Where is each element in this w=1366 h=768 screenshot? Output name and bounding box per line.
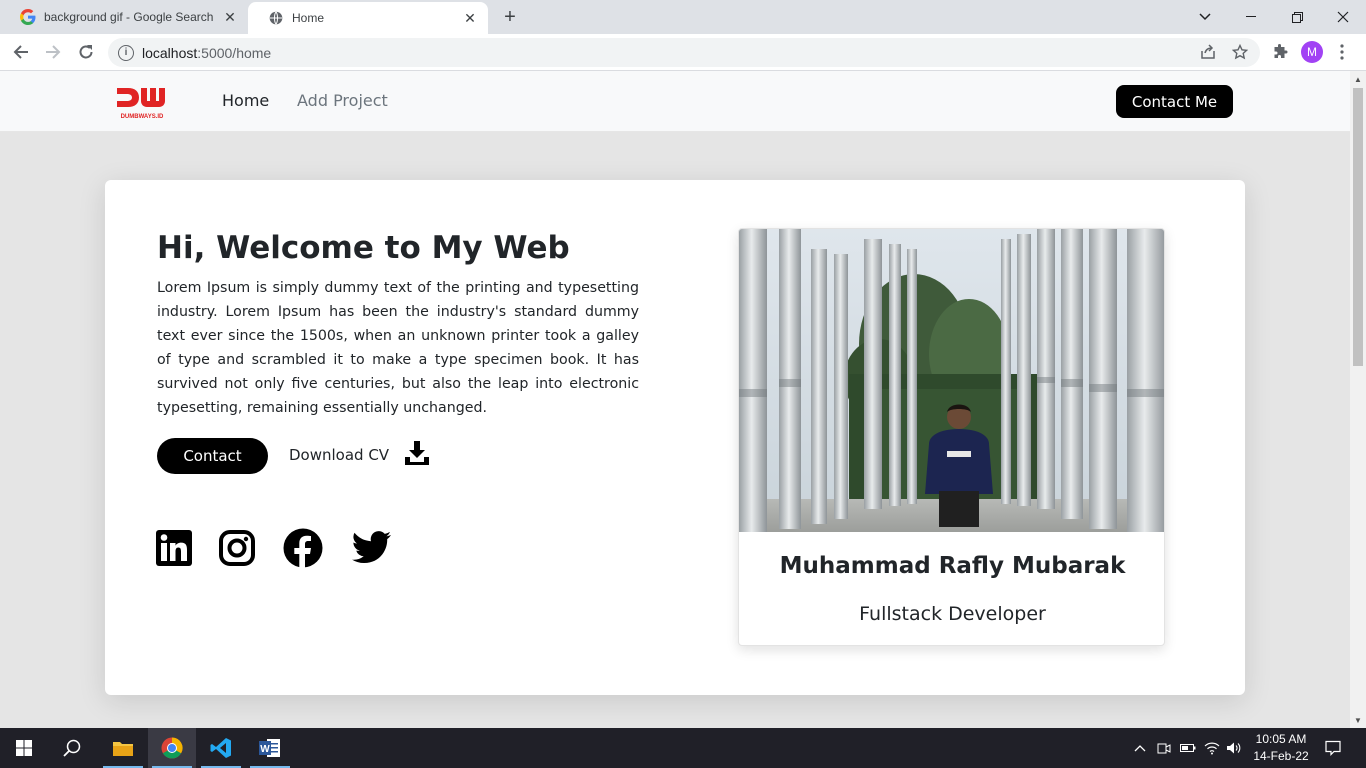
tab-title: background gif - Google Search xyxy=(44,10,214,24)
chevron-down-icon[interactable] xyxy=(1182,0,1228,34)
scroll-up-icon[interactable]: ▲ xyxy=(1350,71,1366,87)
twitter-icon[interactable] xyxy=(352,530,391,566)
profile-avatar[interactable]: M xyxy=(1301,41,1323,63)
forward-icon[interactable] xyxy=(41,40,65,64)
windows-taskbar: W 10:05 AM 14-Feb-22 xyxy=(0,728,1366,768)
clock-date: 14-Feb-22 xyxy=(1253,749,1309,763)
hero-description: Lorem Ipsum is simply dummy text of the … xyxy=(157,280,639,416)
dumbways-logo[interactable]: DUMBWAYS.ID xyxy=(116,85,168,121)
nav-home[interactable]: Home xyxy=(222,91,269,110)
minimize-button[interactable] xyxy=(1228,0,1274,34)
new-tab-button[interactable]: + xyxy=(498,5,522,29)
close-icon[interactable]: ✕ xyxy=(462,10,478,26)
svg-text:W: W xyxy=(260,744,270,755)
download-icon[interactable] xyxy=(404,440,430,466)
star-icon[interactable] xyxy=(1228,40,1252,64)
scroll-down-icon[interactable]: ▼ xyxy=(1350,712,1366,728)
windows-start-icon[interactable] xyxy=(0,728,48,768)
profile-name: Muhammad Rafly Mubarak xyxy=(779,553,1126,579)
system-clock[interactable]: 10:05 AM 14-Feb-22 xyxy=(1246,731,1316,765)
close-icon[interactable]: ✕ xyxy=(222,9,238,25)
clock-time: 10:05 AM xyxy=(1255,732,1307,746)
tab-home[interactable]: Home ✕ xyxy=(248,2,488,34)
extensions-icon[interactable] xyxy=(1268,40,1292,64)
back-icon[interactable] xyxy=(9,40,33,64)
chevron-up-icon[interactable] xyxy=(1132,740,1148,756)
tab-strip: background gif - Google Search ✕ Home ✕ … xyxy=(0,0,1366,34)
menu-kebab-icon[interactable] xyxy=(1330,40,1354,64)
profile-role: Fullstack Developer xyxy=(859,603,1046,625)
address-bar[interactable]: i localhost:5000/home xyxy=(108,38,1260,67)
globe-icon xyxy=(268,10,284,26)
scrollbar-thumb[interactable] xyxy=(1353,88,1363,366)
google-icon xyxy=(20,9,36,25)
browser-toolbar: i localhost:5000/home M xyxy=(0,34,1366,71)
notifications-icon[interactable] xyxy=(1325,740,1341,756)
word-icon[interactable]: W xyxy=(246,728,294,768)
url-text: localhost:5000/home xyxy=(142,44,272,61)
contact-me-button[interactable]: Contact Me xyxy=(1116,85,1233,118)
info-icon[interactable]: i xyxy=(118,44,134,61)
share-icon[interactable] xyxy=(1196,40,1220,64)
profile-card: Muhammad Rafly Mubarak Fullstack Develop… xyxy=(738,228,1165,646)
reload-icon[interactable] xyxy=(74,40,98,64)
contact-button[interactable]: Contact xyxy=(157,438,268,474)
facebook-icon[interactable] xyxy=(283,528,323,568)
file-explorer-icon[interactable] xyxy=(99,728,147,768)
site-navbar: DUMBWAYS.ID Home Add Project Contact Me xyxy=(0,71,1350,132)
search-icon[interactable] xyxy=(48,728,96,768)
download-cv-link[interactable]: Download CV xyxy=(289,446,389,464)
hero-title: Hi, Welcome to My Web xyxy=(157,230,570,266)
hero-card: Hi, Welcome to My Web Lorem Ipsum is sim… xyxy=(105,180,1245,695)
tab-title: Home xyxy=(292,11,325,25)
close-window-button[interactable] xyxy=(1320,0,1366,34)
tab-google-search[interactable]: background gif - Google Search ✕ xyxy=(0,0,248,34)
restore-button[interactable] xyxy=(1274,0,1320,34)
instagram-icon[interactable] xyxy=(219,530,255,566)
vscode-icon[interactable] xyxy=(197,728,245,768)
linkedin-icon[interactable] xyxy=(156,530,192,566)
page-scrollbar[interactable]: ▲ ▼ xyxy=(1350,71,1366,728)
meet-now-icon[interactable] xyxy=(1156,740,1172,756)
battery-icon[interactable] xyxy=(1180,740,1196,756)
page-viewport: DUMBWAYS.ID Home Add Project Contact Me … xyxy=(0,71,1350,728)
svg-text:DUMBWAYS.ID: DUMBWAYS.ID xyxy=(121,114,164,120)
profile-photo xyxy=(739,229,1164,532)
nav-add-project[interactable]: Add Project xyxy=(297,91,388,110)
wifi-icon[interactable] xyxy=(1204,740,1220,756)
chrome-icon[interactable] xyxy=(148,728,196,768)
volume-icon[interactable] xyxy=(1226,740,1242,756)
